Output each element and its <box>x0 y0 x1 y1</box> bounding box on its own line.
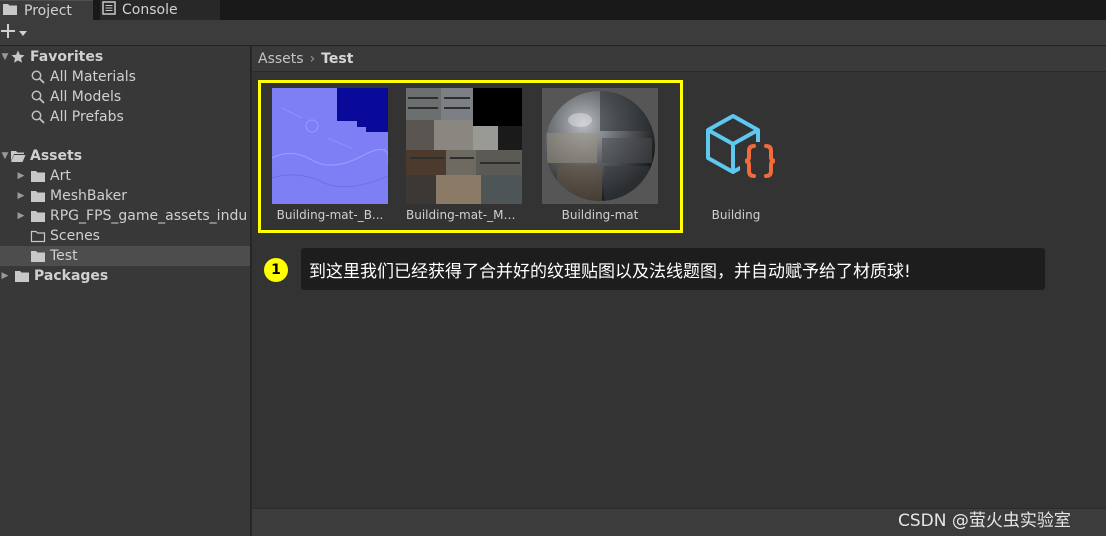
asset-material[interactable]: Building-mat <box>542 88 658 222</box>
tab-console-label: Console <box>122 2 178 18</box>
tree-item-all-models[interactable]: All Models <box>0 87 250 107</box>
tree-item-rpg-fps-assets[interactable]: ▶ RPG_FPS_game_assets_indu <box>0 206 250 226</box>
asset-label: Building-mat-_B... <box>276 208 384 222</box>
normal-map-thumbnail <box>272 88 388 204</box>
folder-icon <box>30 248 46 264</box>
tree-item-label: All Materials <box>50 69 136 85</box>
search-icon <box>30 89 46 105</box>
project-toolbar <box>0 20 1106 46</box>
expand-arrow-icon[interactable]: ▼ <box>0 52 10 62</box>
star-icon <box>10 49 26 65</box>
asset-script[interactable]: Building <box>678 88 794 222</box>
asset-normal-map[interactable]: Building-mat-_B... <box>272 88 388 222</box>
folder-icon <box>14 268 30 284</box>
annotation-callout: 到这里我们已经获得了合并好的纹理贴图以及法线题图，并自动赋予给了材质球! <box>301 248 1045 290</box>
tree-item-label: Assets <box>30 148 83 164</box>
tree-item-assets[interactable]: ▼ Assets <box>0 146 250 166</box>
tree-item-label: MeshBaker <box>50 188 128 204</box>
breadcrumb-test[interactable]: Test <box>321 51 353 67</box>
tab-project-label: Project <box>24 2 72 19</box>
window-tab-bar: Project Console <box>0 0 1106 20</box>
plus-icon <box>0 23 16 43</box>
tree-item-label: All Prefabs <box>50 109 124 125</box>
tree-item-packages[interactable]: ▶ Packages <box>0 266 250 286</box>
tree-item-label: Test <box>50 248 78 264</box>
step-number-badge: 1 <box>264 258 288 282</box>
search-icon <box>30 109 46 125</box>
breadcrumb-assets[interactable]: Assets <box>258 51 304 67</box>
tree-item-test[interactable]: Test <box>0 246 250 266</box>
create-button[interactable] <box>0 24 34 42</box>
tree-item-label: RPG_FPS_game_assets_indu <box>50 208 248 224</box>
console-icon <box>102 1 116 19</box>
tree-item-label: Art <box>50 168 71 184</box>
expand-arrow-icon[interactable]: ▼ <box>0 151 10 161</box>
tree-item-scenes[interactable]: Scenes <box>0 226 250 246</box>
collapsed-arrow-icon[interactable]: ▶ <box>0 271 10 281</box>
tree-item-favorites[interactable]: ▼ Favorites <box>0 47 250 67</box>
tree-item-label: Packages <box>34 268 109 284</box>
open-folder-icon <box>10 148 26 164</box>
empty-folder-icon <box>30 228 46 244</box>
tab-project[interactable]: Project <box>0 0 93 20</box>
search-icon <box>30 69 46 85</box>
script-asset-icon <box>678 88 794 204</box>
chevron-down-icon <box>18 26 28 41</box>
asset-atlas-texture[interactable]: Building-mat-_Ma... <box>406 88 522 222</box>
asset-label: Building-mat <box>561 208 639 222</box>
tree-item-label: Favorites <box>30 49 104 65</box>
tree-item-all-materials[interactable]: All Materials <box>0 67 250 87</box>
breadcrumb: Assets › Test <box>252 46 1106 72</box>
folder-icon <box>30 168 46 184</box>
tree-item-all-prefabs[interactable]: All Prefabs <box>0 107 250 127</box>
tab-console[interactable]: Console <box>100 0 220 20</box>
collapsed-arrow-icon[interactable]: ▶ <box>16 191 26 201</box>
breadcrumb-separator: › <box>309 50 316 67</box>
tree-item-art[interactable]: ▶ Art <box>0 166 250 186</box>
material-sphere-thumbnail <box>542 88 658 204</box>
asset-label: Building-mat-_Ma... <box>406 208 522 222</box>
atlas-thumbnail <box>406 88 522 204</box>
asset-label: Building <box>711 208 761 222</box>
collapsed-arrow-icon[interactable]: ▶ <box>16 211 26 221</box>
tree-item-label: Scenes <box>50 228 100 244</box>
watermark: CSDN @萤火虫实验室 <box>898 511 1071 531</box>
collapsed-arrow-icon[interactable]: ▶ <box>16 171 26 181</box>
folder-icon <box>2 2 18 20</box>
project-folder-tree: ▼ Favorites All Materials All Models All… <box>0 46 251 536</box>
folder-icon <box>30 208 46 224</box>
folder-icon <box>30 188 46 204</box>
tree-item-label: All Models <box>50 89 122 105</box>
tree-item-meshbaker[interactable]: ▶ MeshBaker <box>0 186 250 206</box>
